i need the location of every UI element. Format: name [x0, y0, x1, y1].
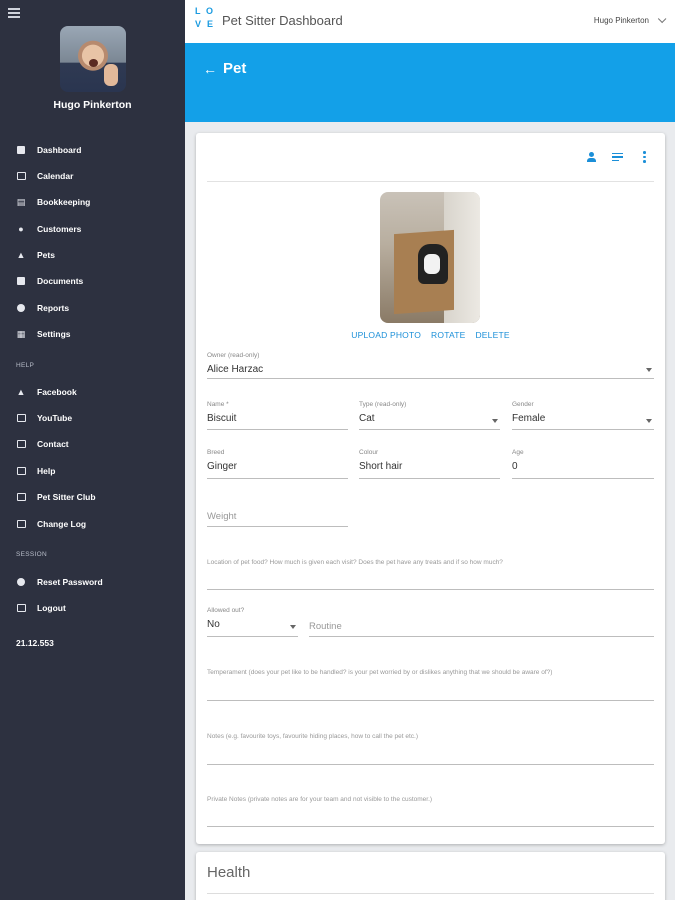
sidebar-item-dashboard[interactable]: Dashboard	[16, 143, 81, 157]
documents-icon	[16, 276, 26, 286]
bank-icon: ▤	[16, 196, 26, 207]
owner-person-icon[interactable]	[584, 151, 597, 163]
page-title: Pet	[223, 60, 247, 77]
gender-select[interactable]: Gender Female	[512, 401, 654, 430]
dropdown-arrow-icon	[646, 368, 652, 372]
food-field[interactable]: Location of pet food? How much is given …	[207, 559, 654, 590]
love-logo: LO VE	[195, 6, 213, 29]
pet-form-card: UPLOAD PHOTO ROTATE DELETE Owner (read-o…	[196, 133, 665, 844]
sidebar-item-contact[interactable]: Contact	[16, 437, 69, 451]
paw-icon: ▲	[16, 250, 26, 260]
session-section-label: SESSION	[16, 551, 47, 558]
owner-select[interactable]: Owner (read-only) Alice Harzac	[207, 352, 654, 379]
age-field[interactable]: Age 0	[512, 449, 654, 479]
help-section-label: HELP	[16, 362, 35, 369]
external-link-icon	[16, 519, 26, 529]
top-bar: LO VE Pet Sitter Dashboard Hugo Pinkerto…	[185, 0, 675, 43]
app-version: 21.12.553	[16, 638, 54, 648]
health-section-title: Health	[207, 864, 251, 881]
health-card: Health	[196, 852, 665, 900]
sidebar-item-settings[interactable]: ▦ Settings	[16, 327, 71, 341]
settings-icon: ▦	[16, 328, 26, 339]
sidebar-item-bookkeeping[interactable]: ▤ Bookkeeping	[16, 195, 91, 209]
external-link-icon	[16, 439, 26, 449]
back-button[interactable]: ← Pet	[203, 60, 246, 77]
temperament-field[interactable]: Temperament (does your pet like to be ha…	[207, 669, 654, 701]
weight-field[interactable]: Weight	[207, 509, 348, 527]
delete-button[interactable]: DELETE	[475, 330, 509, 340]
page-header: ← Pet	[185, 43, 675, 122]
sidebar-item-youtube[interactable]: YouTube	[16, 411, 72, 425]
logout-icon	[16, 603, 26, 613]
sidebar: Hugo Pinkerton Dashboard Calendar ▤ Book…	[0, 0, 185, 900]
sidebar-item-facebook[interactable]: ▲ Facebook	[16, 385, 77, 399]
notes-list-icon[interactable]	[611, 151, 624, 163]
private-notes-field[interactable]: Private Notes (private notes are for you…	[207, 796, 654, 827]
chevron-down-icon	[657, 14, 667, 23]
toolbar-divider	[207, 181, 654, 182]
sidebar-item-logout[interactable]: Logout	[16, 601, 66, 615]
thumbs-up-icon: ▲	[16, 387, 26, 397]
pet-photo	[380, 192, 480, 323]
menu-icon[interactable]	[8, 8, 20, 18]
photo-actions: UPLOAD PHOTO ROTATE DELETE	[196, 330, 665, 340]
colour-field[interactable]: Colour Short hair	[359, 449, 500, 479]
user-menu[interactable]: Hugo Pinkerton	[593, 14, 667, 25]
calendar-icon	[16, 171, 26, 181]
sidebar-item-change-log[interactable]: Change Log	[16, 517, 86, 531]
sidebar-item-help[interactable]: Help	[16, 464, 55, 478]
reports-icon	[16, 303, 26, 313]
sidebar-item-pets[interactable]: ▲ Pets	[16, 248, 55, 262]
name-field[interactable]: Name * Biscuit	[207, 401, 348, 430]
sidebar-item-pet-sitter-club[interactable]: Pet Sitter Club	[16, 490, 96, 504]
type-select[interactable]: Type (read-only) Cat	[359, 401, 500, 430]
external-link-icon	[16, 466, 26, 476]
rotate-button[interactable]: ROTATE	[431, 330, 465, 340]
routine-field[interactable]: Routine	[309, 619, 654, 637]
sidebar-item-documents[interactable]: Documents	[16, 274, 83, 288]
sidebar-item-customers[interactable]: ● Customers	[16, 222, 81, 236]
upload-photo-button[interactable]: UPLOAD PHOTO	[351, 330, 421, 340]
avatar	[60, 26, 126, 92]
sidebar-item-reports[interactable]: Reports	[16, 301, 69, 315]
sidebar-item-reset-password[interactable]: Reset Password	[16, 575, 103, 589]
dropdown-arrow-icon	[492, 419, 498, 423]
user-menu-name: Hugo Pinkerton	[593, 16, 649, 25]
lock-icon	[16, 577, 26, 587]
notes-field[interactable]: Notes (e.g. favourite toys, favourite hi…	[207, 733, 654, 765]
sidebar-item-calendar[interactable]: Calendar	[16, 169, 73, 183]
card-toolbar	[584, 151, 651, 163]
breed-field[interactable]: Breed Ginger	[207, 449, 348, 479]
app-title: Pet Sitter Dashboard	[222, 13, 343, 28]
person-icon: ●	[18, 224, 24, 234]
arrow-left-icon: ←	[203, 60, 217, 77]
dropdown-arrow-icon	[646, 419, 652, 423]
more-vert-icon[interactable]	[638, 151, 651, 163]
dashboard-icon	[16, 145, 26, 155]
video-icon	[16, 413, 26, 423]
external-link-icon	[16, 492, 26, 502]
dropdown-arrow-icon	[290, 625, 296, 629]
allowed-out-select[interactable]: Allowed out? No	[207, 607, 298, 637]
sidebar-user-name: Hugo Pinkerton	[53, 99, 132, 111]
